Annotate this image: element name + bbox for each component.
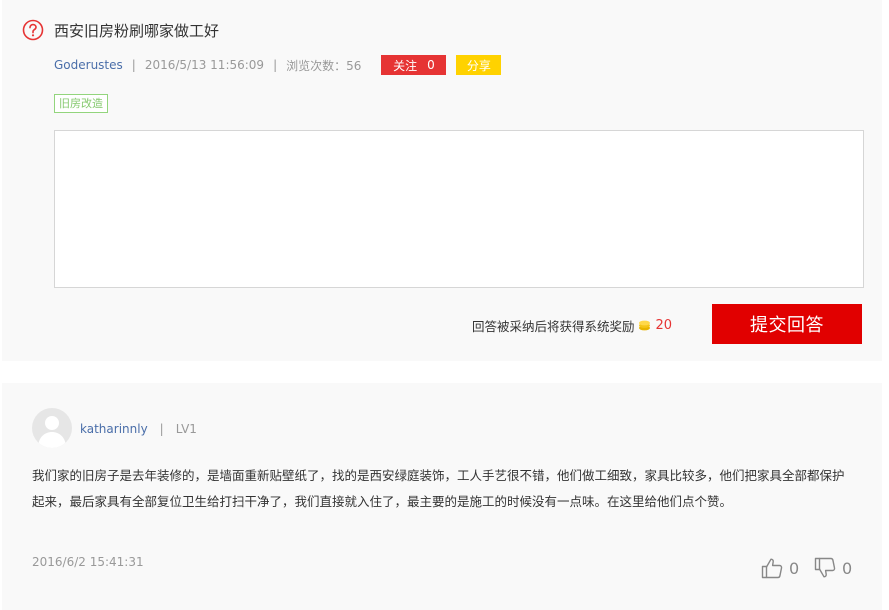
like-button[interactable]: 0	[760, 556, 799, 580]
answer-username-link[interactable]: katharinnly	[80, 422, 148, 436]
answer-datetime: 2016/6/2 15:41:31	[32, 555, 144, 569]
like-count: 0	[789, 558, 800, 578]
dislike-count: 0	[842, 558, 853, 578]
thumbs-up-icon	[761, 558, 783, 579]
question-circle-icon	[22, 19, 44, 41]
question-views: 浏览次数：56	[286, 58, 362, 73]
follow-count: 0	[427, 58, 435, 72]
question-tag[interactable]: 旧房改造	[54, 94, 108, 113]
answer-content: 我们家的旧房子是去年装修的，是墙面重新贴壁纸了，找的是西安绿庭装饰，工人手艺很不…	[32, 468, 845, 509]
submit-answer-button[interactable]: 提交回答	[712, 304, 862, 344]
avatar[interactable]	[32, 408, 72, 448]
answer-user-row: katharinnly | LV1	[80, 420, 197, 438]
coin-stack-icon	[638, 320, 650, 331]
answer-editor[interactable]	[54, 130, 864, 288]
dislike-button[interactable]: 0	[813, 556, 852, 580]
user-separator: |	[159, 422, 164, 436]
reward-info: 回答被采纳后将获得系统奖励 20	[472, 316, 672, 334]
reward-amount: 20	[655, 317, 673, 333]
meta-separator: |	[273, 58, 278, 72]
default-avatar-icon	[38, 416, 66, 448]
question-meta: Goderustes | 2016/5/13 11:56:09 | 浏览次数：5…	[54, 55, 502, 75]
question-card: 西安旧房粉刷哪家做工好 Goderustes | 2016/5/13 11:56…	[2, 0, 882, 361]
share-button[interactable]: 分享	[456, 55, 502, 75]
question-datetime: 2016/5/13 11:56:09	[144, 58, 265, 72]
question-author-link[interactable]: Goderustes	[54, 58, 123, 72]
reward-text: 回答被采纳后将获得系统奖励	[472, 318, 635, 334]
share-label: 分享	[466, 58, 491, 73]
question-title: 西安旧房粉刷哪家做工好	[54, 22, 220, 40]
follow-button[interactable]: 关注 0	[381, 55, 447, 75]
thumbs-down-icon	[814, 557, 836, 578]
meta-separator: |	[131, 58, 136, 72]
user-level: LV1	[175, 422, 197, 436]
answer-card: katharinnly | LV1 我们家的旧房子是去年装修的，是墙面重新贴壁纸…	[2, 383, 882, 610]
follow-label: 关注	[393, 58, 418, 73]
